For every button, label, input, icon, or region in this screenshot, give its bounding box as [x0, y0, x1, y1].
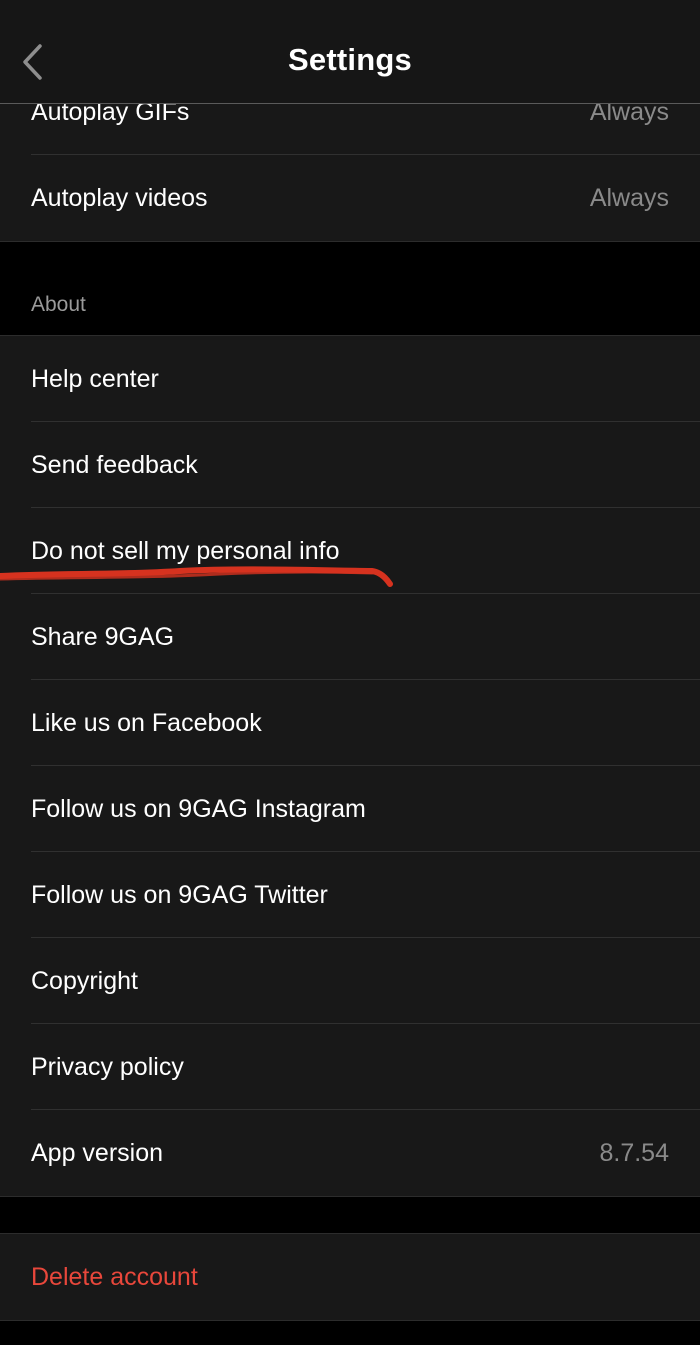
- page-title: Settings: [288, 42, 412, 77]
- copyright-label: Copyright: [31, 967, 138, 995]
- twitter-row[interactable]: Follow us on 9GAG Twitter: [0, 852, 700, 938]
- account-group: Delete account: [0, 1233, 700, 1321]
- do-not-sell-row[interactable]: Do not sell my personal info: [0, 508, 700, 594]
- instagram-row[interactable]: Follow us on 9GAG Instagram: [0, 766, 700, 852]
- delete-account-label: Delete account: [31, 1263, 198, 1291]
- navigation-bar: Settings: [0, 0, 700, 104]
- share-9gag-label: Share 9GAG: [31, 623, 175, 651]
- autoplay-videos-row[interactable]: Autoplay videos Always: [0, 155, 700, 241]
- facebook-label: Like us on Facebook: [31, 709, 262, 737]
- autoplay-videos-value: Always: [589, 184, 669, 212]
- do-not-sell-label: Do not sell my personal info: [31, 537, 340, 565]
- share-9gag-row[interactable]: Share 9GAG: [0, 594, 700, 680]
- autoplay-videos-label: Autoplay videos: [31, 184, 208, 212]
- twitter-label: Follow us on 9GAG Twitter: [31, 881, 328, 909]
- about-group: Help center Send feedback Do not sell my…: [0, 335, 700, 1197]
- help-center-row[interactable]: Help center: [0, 336, 700, 422]
- privacy-policy-row[interactable]: Privacy policy: [0, 1024, 700, 1110]
- delete-account-row[interactable]: Delete account: [0, 1234, 700, 1320]
- help-center-label: Help center: [31, 365, 159, 393]
- app-version-value: 8.7.54: [599, 1139, 669, 1167]
- settings-screen: Autoplay GIFs Always Autoplay videos Alw…: [0, 0, 700, 1345]
- facebook-row[interactable]: Like us on Facebook: [0, 680, 700, 766]
- send-feedback-label: Send feedback: [31, 451, 198, 479]
- send-feedback-row[interactable]: Send feedback: [0, 422, 700, 508]
- instagram-label: Follow us on 9GAG Instagram: [31, 795, 366, 823]
- app-version-label: App version: [31, 1139, 164, 1167]
- app-version-row: App version 8.7.54: [0, 1110, 700, 1196]
- privacy-policy-label: Privacy policy: [31, 1053, 184, 1081]
- about-section-header: About: [31, 293, 86, 316]
- copyright-row[interactable]: Copyright: [0, 938, 700, 1024]
